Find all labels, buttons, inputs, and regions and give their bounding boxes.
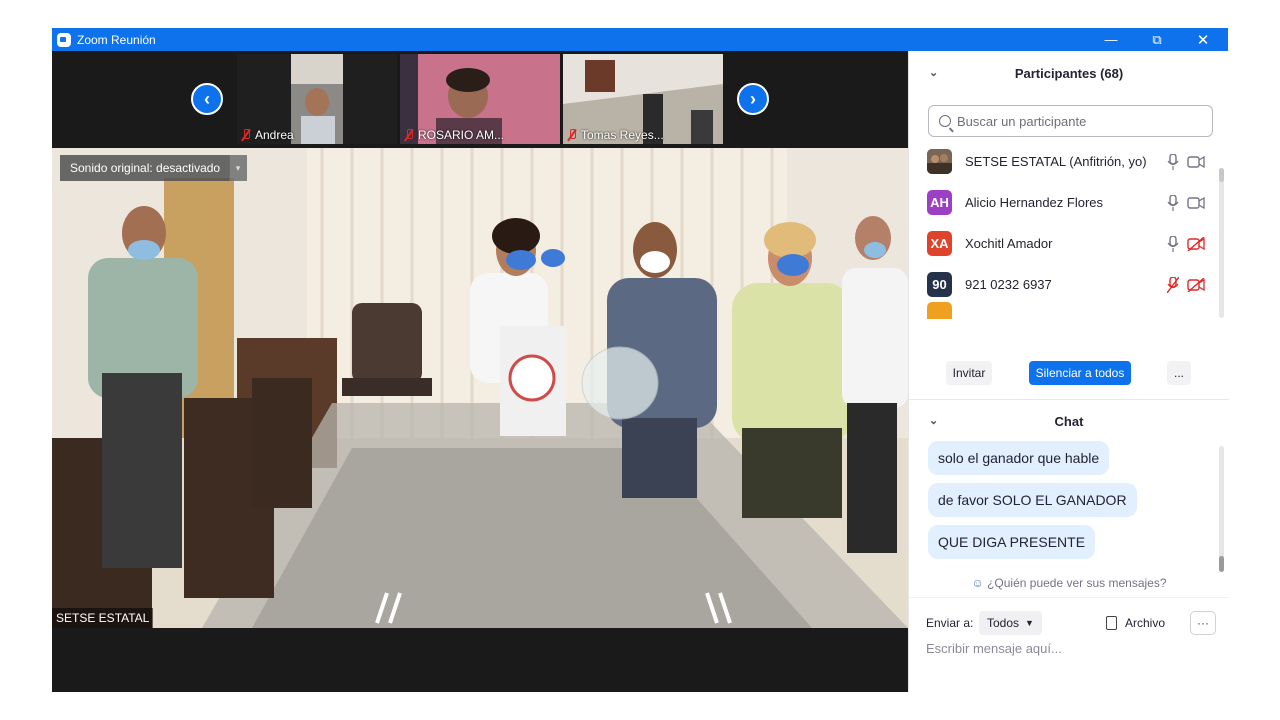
avatar: AH: [927, 190, 952, 215]
chat-more-button[interactable]: ···: [1190, 611, 1216, 635]
avatar: 90: [927, 272, 952, 297]
restore-button[interactable]: ⧉: [1134, 28, 1180, 51]
camera-off-icon[interactable]: [1187, 237, 1205, 251]
participant-row[interactable]: XA Xochitl Amador: [909, 223, 1221, 264]
file-button[interactable]: Archivo: [1106, 611, 1165, 635]
video-area: ‹ Andrea ROSARIO AM... Tomas Reyes... › …: [52, 51, 908, 692]
participant-name: Alicio Hernandez Flores: [965, 195, 1104, 210]
file-button-label: Archivo: [1125, 616, 1166, 630]
chat-scrollbar-track[interactable]: [1219, 446, 1224, 572]
window-title: Zoom Reunión: [77, 32, 156, 47]
microphone-icon[interactable]: [1167, 236, 1179, 252]
send-to-row: Enviar a: Todos ▼ Archivo ···: [926, 611, 1216, 635]
mic-muted-icon: [241, 129, 251, 141]
participant-name: Xochitl Amador: [965, 236, 1053, 251]
participants-more-button[interactable]: ...: [1167, 361, 1191, 385]
avatar: [927, 149, 952, 174]
prev-page-button[interactable]: ‹: [191, 83, 223, 115]
chat-title: Chat: [1054, 413, 1084, 429]
camera-icon[interactable]: [1187, 196, 1205, 210]
original-sound-dropdown[interactable]: ▾: [229, 155, 247, 181]
next-page-button[interactable]: ›: [737, 83, 769, 115]
title-bar: Zoom Reunión — ⧉ ✕: [52, 28, 1228, 51]
chevron-down-icon: ▼: [1025, 618, 1034, 628]
collapse-chevron-icon[interactable]: ⌄: [929, 66, 938, 79]
camera-off-icon[interactable]: [1187, 278, 1205, 292]
message-visibility-link[interactable]: ☺ ¿Quién puede ver sus mensajes?: [909, 576, 1229, 590]
side-panel: ⌄ Participantes (68) Buscar un participa…: [908, 51, 1229, 692]
original-sound-button[interactable]: Sonido original: desactivado: [60, 155, 231, 181]
zoom-app-icon: [57, 32, 71, 47]
minimize-button[interactable]: —: [1088, 28, 1134, 51]
camera-icon[interactable]: [1187, 155, 1205, 169]
speaker-video-scene: [52, 148, 908, 628]
file-icon: [1106, 616, 1117, 630]
panel-divider: [909, 597, 1229, 598]
video-thumbnail[interactable]: Tomas Reyes...: [563, 54, 723, 144]
participant-list: SETSE ESTATAL (Anfitrión, yo) AH Alicio …: [909, 141, 1221, 319]
participant-name: ROSARIO AM...: [418, 128, 505, 142]
participant-name: 921 0232 6937: [965, 277, 1052, 292]
chat-message-input[interactable]: Escribir mensaje aquí...: [926, 641, 1062, 656]
participant-row[interactable]: 90 921 0232 6937: [909, 264, 1221, 305]
participants-title: Participantes (68): [1014, 65, 1124, 81]
avatar: XA: [927, 231, 952, 256]
chevron-left-icon: ‹: [204, 88, 210, 109]
video-thumbnail[interactable]: ROSARIO AM...: [400, 54, 560, 144]
participant-name: Andrea: [255, 128, 294, 142]
participants-scrollbar-thumb[interactable]: [1219, 168, 1224, 182]
search-icon: [939, 115, 951, 127]
mute-all-button[interactable]: Silenciar a todos: [1029, 361, 1131, 385]
speaker-name-label: SETSE ESTATAL: [52, 608, 154, 628]
user-eye-icon: ☺: [971, 576, 984, 590]
participant-row[interactable]: AH Alicio Hernandez Flores: [909, 182, 1221, 223]
microphone-icon[interactable]: [1167, 195, 1179, 211]
mic-muted-icon: [404, 129, 414, 141]
active-speaker-video: Sonido original: desactivado ▾ SETSE EST…: [52, 148, 908, 628]
avatar: [927, 302, 952, 319]
chat-header: ⌄ Chat: [909, 401, 1229, 441]
participant-name: SETSE ESTATAL (Anfitrión, yo): [965, 154, 1147, 169]
participant-search-input[interactable]: Buscar un participante: [928, 105, 1213, 137]
chat-message: solo el ganador que hable: [928, 441, 1110, 475]
microphone-muted-icon[interactable]: [1167, 277, 1179, 293]
send-to-label: Enviar a:: [926, 616, 974, 630]
microphone-icon[interactable]: [1167, 154, 1179, 170]
collapse-chevron-icon[interactable]: ⌄: [929, 414, 938, 427]
close-button[interactable]: ✕: [1180, 28, 1226, 51]
send-to-value: Todos: [987, 616, 1020, 630]
panel-divider: [909, 399, 1229, 400]
send-to-dropdown[interactable]: Todos ▼: [979, 611, 1042, 635]
participant-row[interactable]: SETSE ESTATAL (Anfitrión, yo): [909, 141, 1221, 182]
chat-message: QUE DIGA PRESENTE: [928, 525, 1096, 559]
search-placeholder: Buscar un participante: [957, 113, 1087, 129]
mic-muted-icon: [567, 129, 577, 141]
participant-row[interactable]: [909, 302, 1221, 319]
zoom-window: Zoom Reunión — ⧉ ✕ ‹ Andrea ROSARIO AM..…: [52, 28, 1229, 692]
participant-name: Tomas Reyes...: [581, 128, 664, 142]
participants-header: ⌄ Participantes (68): [909, 53, 1229, 93]
chat-scrollbar-thumb[interactable]: [1219, 556, 1224, 572]
chat-message: de favor SOLO EL GANADOR: [928, 483, 1137, 517]
participants-scrollbar-track[interactable]: [1219, 168, 1224, 318]
video-thumbnail[interactable]: Andrea: [237, 54, 397, 144]
thumbnail-strip: ‹ Andrea ROSARIO AM... Tomas Reyes... ›: [52, 51, 908, 148]
invite-button[interactable]: Invitar: [946, 361, 992, 385]
chevron-right-icon: ›: [750, 88, 756, 109]
